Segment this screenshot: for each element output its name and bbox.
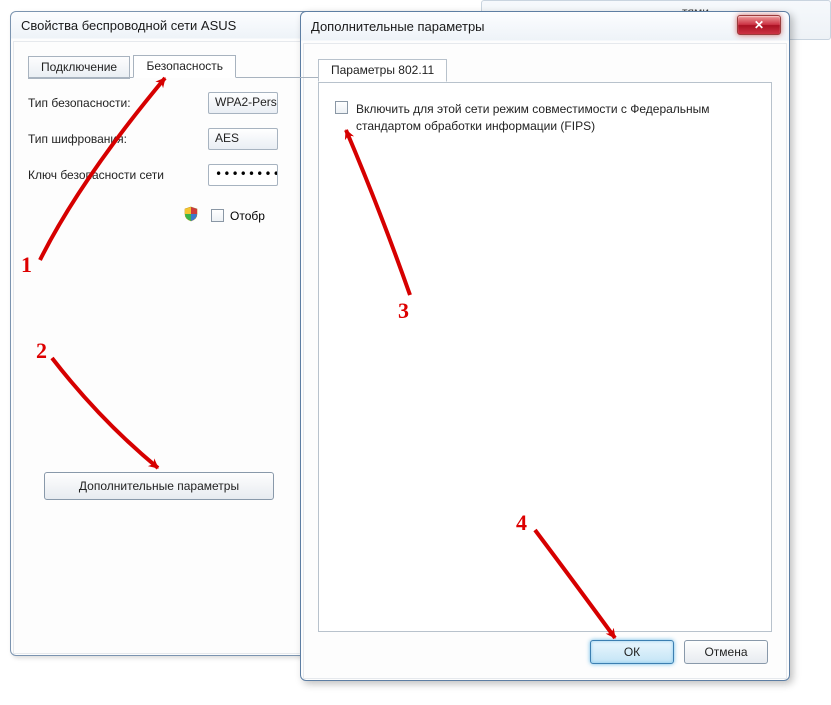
window2-title: Дополнительные параметры [301,12,789,41]
dialog-button-bar: ОК Отмена [590,640,768,664]
tab-panel-80211: Включить для этой сети режим совместимос… [318,82,772,632]
cancel-button[interactable]: Отмена [684,640,768,664]
input-security-key[interactable]: •••••••• [208,164,278,186]
label-security-key: Ключ безопасности сети [28,168,208,182]
checkbox-fips[interactable] [335,101,348,114]
label-security-type: Тип безопасности: [28,96,208,110]
close-icon: ✕ [754,18,764,32]
advanced-settings-button[interactable]: Дополнительные параметры [44,472,274,500]
select-security-type[interactable]: WPA2-Personal [208,92,278,114]
fips-row: Включить для этой сети режим совместимос… [335,101,755,135]
close-button[interactable]: ✕ [737,15,781,35]
tab-security[interactable]: Безопасность [133,55,236,78]
label-show-characters: Отобр [230,209,265,223]
tab-80211-params[interactable]: Параметры 802.11 [318,59,447,82]
advanced-settings-window: Дополнительные параметры ✕ Параметры 802… [300,11,790,681]
ok-button[interactable]: ОК [590,640,674,664]
window2-tabstrip: Параметры 802.11 [318,58,772,82]
tab-connection[interactable]: Подключение [28,56,130,79]
label-fips: Включить для этой сети режим совместимос… [356,101,736,135]
select-encryption[interactable]: AES [208,128,278,150]
checkbox-show-characters[interactable] [211,209,224,222]
window2-body: Параметры 802.11 Включить для этой сети … [303,43,787,679]
shield-icon [183,206,199,225]
label-encryption: Тип шифрования: [28,132,208,146]
show-chars-checkbox-row: Отобр [211,209,265,223]
